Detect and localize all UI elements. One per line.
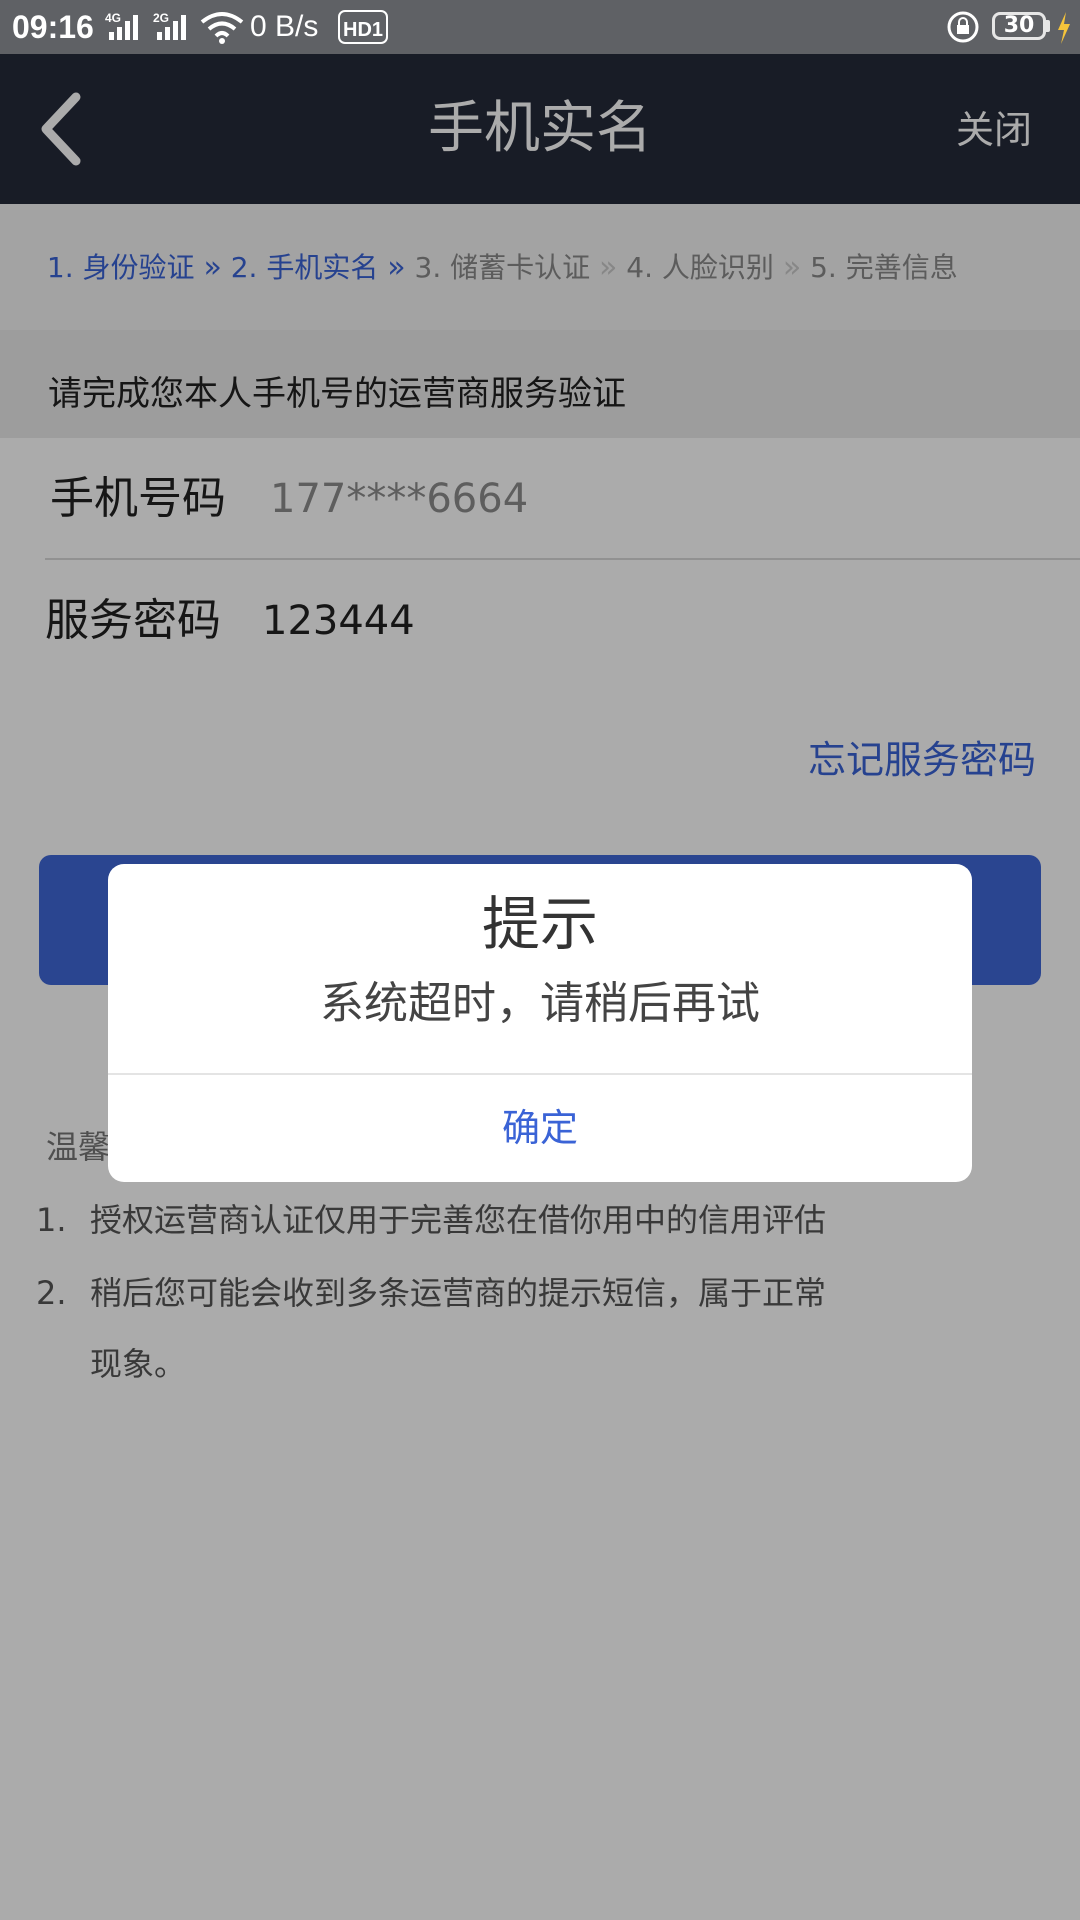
alert-dialog: 提示 系统超时，请稍后再试 确定 — [108, 864, 972, 1182]
signal-2g-label: 2G — [153, 11, 169, 25]
status-bar: 09:16 4G 2G 0 B/s HD1 30 — [0, 0, 1080, 54]
network-speed: 0 B/s — [250, 10, 319, 43]
signal-4g-label: 4G — [105, 11, 121, 25]
signal-4g-icon: 4G — [105, 11, 138, 40]
signal-2g-icon: 2G — [153, 11, 186, 40]
battery-level: 30 — [1003, 13, 1035, 38]
dialog-message: 系统超时，请稍后再试 — [320, 978, 760, 1029]
charging-icon — [1058, 12, 1070, 44]
confirm-button[interactable]: 确定 — [108, 1075, 972, 1182]
battery-tip — [1046, 20, 1050, 32]
rotation-lock-icon — [947, 11, 979, 43]
status-time: 09:16 — [12, 9, 94, 45]
dialog-title: 提示 — [481, 890, 598, 958]
hd-icon: HD1 — [338, 10, 388, 44]
hd-label: HD1 — [343, 19, 383, 41]
wifi-icon — [200, 12, 244, 44]
battery-icon: 30 — [992, 12, 1046, 40]
